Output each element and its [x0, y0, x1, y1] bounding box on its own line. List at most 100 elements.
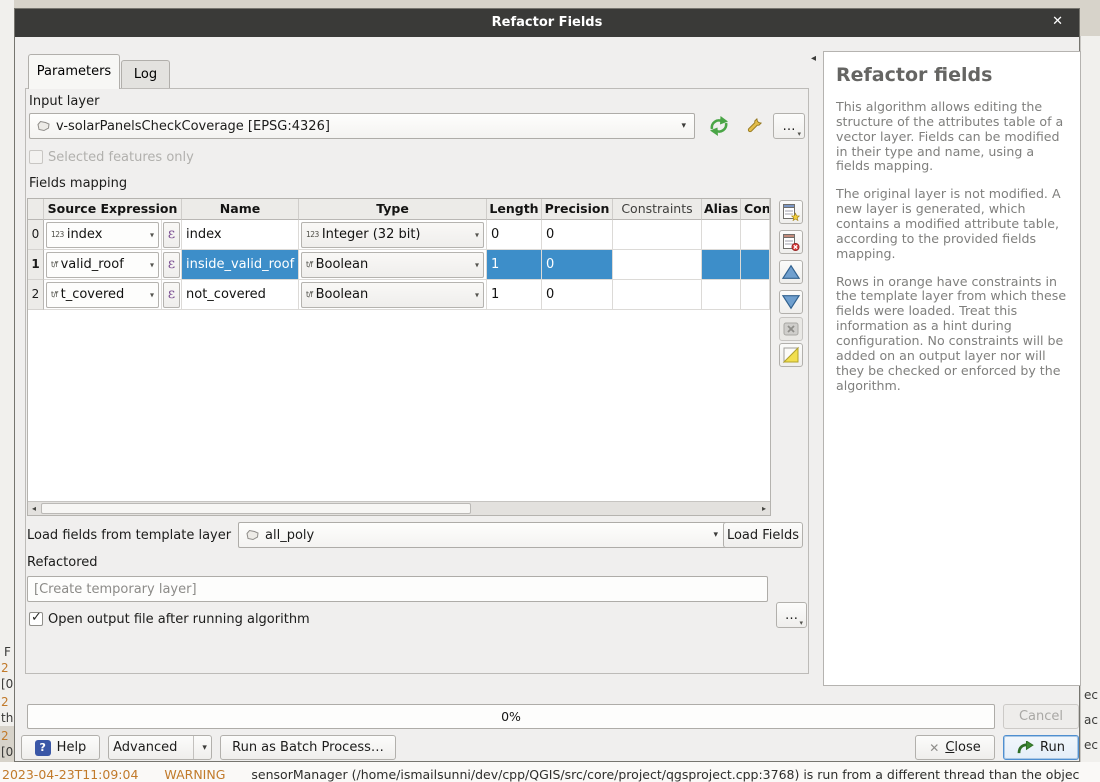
corner-header [28, 199, 44, 220]
tab-log[interactable]: Log [121, 60, 170, 89]
row-number[interactable]: 1 [28, 250, 44, 280]
length-cell[interactable]: 1 [487, 250, 542, 280]
table-row[interactable]: 0 123 index ▾ ε index 123 Integer (32 bi… [28, 220, 770, 250]
cancel-button[interactable]: Cancel [1003, 704, 1079, 729]
output-field[interactable]: [Create temporary layer] [27, 576, 768, 602]
type-combo[interactable]: t/f Boolean ▾ [301, 252, 484, 278]
chevron-down-icon: ▾ [193, 736, 207, 759]
alias-cell[interactable] [702, 280, 741, 310]
bg-text-fragment: [0 [1, 745, 13, 759]
cancel-label: Cancel [1019, 709, 1063, 724]
open-output-checkbox[interactable]: ✓ [29, 612, 43, 626]
input-layer-label: Input layer [29, 94, 99, 109]
run-label: Run [1040, 740, 1065, 755]
source-expression-combo[interactable]: t/f valid_roof ▾ [46, 252, 159, 278]
delete-field-button[interactable] [779, 230, 803, 254]
row-number[interactable]: 0 [28, 220, 44, 250]
name-cell[interactable]: index [182, 220, 299, 250]
type-value: Boolean [316, 257, 369, 272]
row-number[interactable]: 2 [28, 280, 44, 310]
comment-cell[interactable] [741, 280, 770, 310]
selected-features-checkbox[interactable] [29, 150, 43, 164]
col-type[interactable]: Type [299, 199, 487, 220]
load-fields-from-layer-button[interactable] [779, 343, 803, 367]
load-fields-button[interactable]: Load Fields [723, 522, 803, 548]
close-button[interactable]: ✕ Close [915, 735, 995, 760]
type-combo[interactable]: 123 Integer (32 bit) ▾ [301, 222, 484, 248]
source-expression-combo[interactable]: t/f t_covered ▾ [46, 282, 159, 308]
col-length[interactable]: Length [487, 199, 542, 220]
chevron-down-icon: ▾ [150, 230, 154, 239]
scroll-right-icon[interactable]: ▸ [758, 502, 770, 515]
help-panel: Refactor fields This algorithm allows ed… [823, 51, 1081, 686]
boolean-type-icon: t/f [51, 290, 58, 299]
boolean-type-icon: t/f [51, 260, 58, 269]
run-button[interactable]: Run [1003, 735, 1079, 760]
help-button[interactable]: ? Help [21, 735, 100, 760]
dialog-title: Refactor Fields [15, 15, 1079, 30]
table-row-selected[interactable]: 1 t/f valid_roof ▾ ε inside_valid_roof t… [28, 250, 770, 280]
log-level: WARNING [164, 767, 225, 782]
output-browse-button[interactable]: … ▾ [776, 602, 807, 628]
col-comment[interactable]: Con [741, 199, 770, 220]
comment-cell[interactable] [741, 220, 770, 250]
dialog-titlebar[interactable]: Refactor Fields ✕ [15, 9, 1079, 37]
source-expression-combo[interactable]: 123 index ▾ [46, 222, 159, 248]
col-source-expression[interactable]: Source Expression [44, 199, 182, 220]
advanced-options-button[interactable] [741, 113, 767, 139]
move-up-button[interactable] [779, 260, 803, 284]
input-layer-combo[interactable]: v-solarPanelsCheckCoverage [EPSG:4326] ▾ [29, 113, 695, 139]
alias-cell[interactable] [702, 250, 741, 280]
table-row[interactable]: 2 t/f t_covered ▾ ε not_covered t/f Bool… [28, 280, 770, 310]
name-cell[interactable]: inside_valid_roof [182, 250, 299, 280]
constraints-cell[interactable] [613, 250, 702, 280]
col-alias[interactable]: Alias [702, 199, 741, 220]
expression-builder-button[interactable]: ε [163, 282, 180, 308]
alias-cell[interactable] [702, 220, 741, 250]
screen: F 2 [0 2 th 2 [0 ec ac ec 2023-04-23T11:… [0, 0, 1100, 782]
source-expression-value: t_covered [61, 287, 125, 302]
add-field-button[interactable] [779, 200, 803, 224]
input-layer-value: v-solarPanelsCheckCoverage [EPSG:4326] [56, 119, 330, 134]
input-layer-browse-button[interactable]: … ▾ [773, 113, 805, 139]
col-constraints[interactable]: Constraints [613, 199, 702, 220]
advanced-label: Advanced [113, 740, 177, 755]
length-cell[interactable]: 1 [487, 280, 542, 310]
bg-text-fragment: ac [1084, 713, 1098, 727]
length-cell[interactable]: 0 [487, 220, 542, 250]
integer-type-icon: 123 [51, 230, 64, 239]
bg-text-fragment: [0 [1, 677, 13, 691]
scroll-left-icon[interactable]: ◂ [28, 502, 40, 515]
expression-builder-button[interactable]: ε [163, 222, 180, 248]
move-down-button[interactable] [779, 290, 803, 314]
col-precision[interactable]: Precision [542, 199, 613, 220]
table-empty-area [28, 310, 770, 501]
constraints-cell[interactable] [613, 220, 702, 250]
iterate-icon [707, 115, 731, 137]
close-icon[interactable]: ✕ [1052, 14, 1063, 29]
tab-parameters[interactable]: Parameters [28, 54, 120, 89]
constraints-cell[interactable] [613, 280, 702, 310]
advanced-button[interactable]: Advanced ▾ [108, 735, 212, 760]
chevron-down-icon: ▾ [150, 260, 154, 269]
iterate-button[interactable] [705, 113, 733, 139]
precision-cell[interactable]: 0 [542, 250, 613, 280]
arrow-up-icon [781, 263, 801, 281]
collapse-panel-icon[interactable]: ◂ [811, 53, 816, 64]
delete-field-icon [782, 233, 800, 251]
scrollbar-thumb[interactable] [41, 503, 471, 514]
run-arrow-icon [1017, 741, 1034, 754]
precision-cell[interactable]: 0 [542, 280, 613, 310]
horizontal-scrollbar[interactable]: ◂ ▸ [28, 501, 770, 515]
run-as-batch-button[interactable]: Run as Batch Process… [220, 735, 396, 760]
clear-fields-button[interactable] [779, 317, 803, 341]
polygon-layer-icon [245, 529, 260, 541]
name-cell[interactable]: not_covered [182, 280, 299, 310]
comment-cell[interactable] [741, 250, 770, 280]
template-layer-value: all_poly [265, 528, 314, 543]
precision-cell[interactable]: 0 [542, 220, 613, 250]
col-name[interactable]: Name [182, 199, 299, 220]
type-combo[interactable]: t/f Boolean ▾ [301, 282, 484, 308]
template-layer-combo[interactable]: all_poly ▾ [238, 522, 727, 548]
expression-builder-button[interactable]: ε [163, 252, 180, 278]
